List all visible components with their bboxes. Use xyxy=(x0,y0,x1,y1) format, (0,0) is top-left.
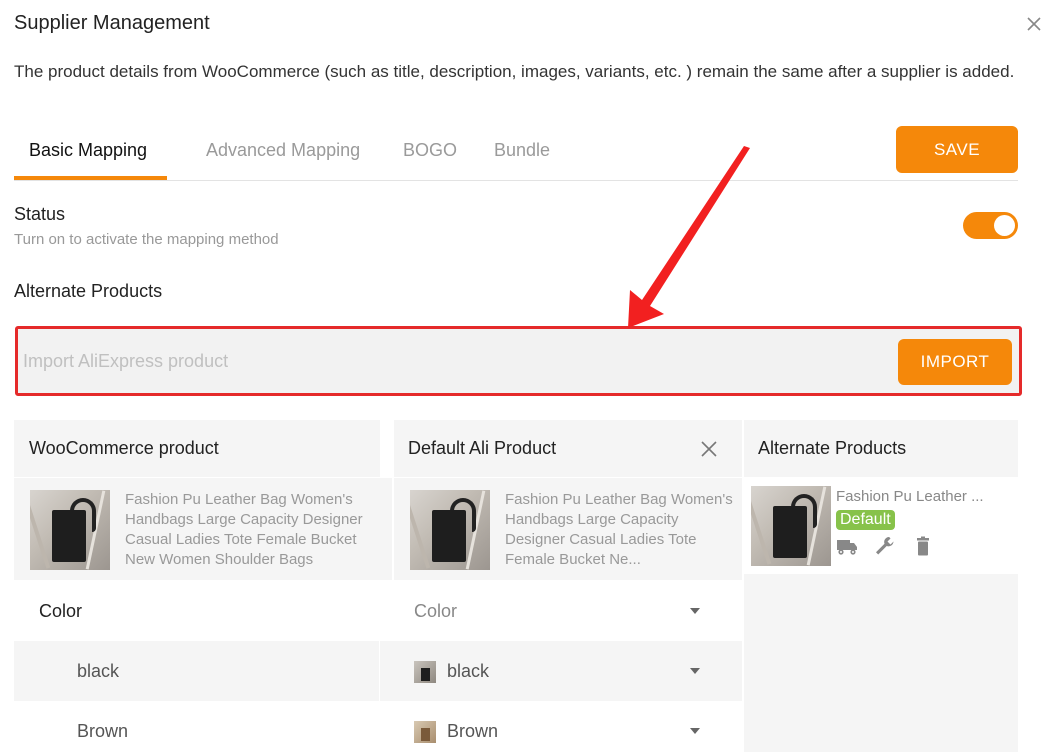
toggle-knob xyxy=(994,215,1015,236)
header-alternate-products: Alternate Products xyxy=(744,420,1018,477)
chevron-down-icon[interactable] xyxy=(690,668,700,674)
header-woo-label: WooCommerce product xyxy=(29,438,219,458)
ali-product-cell: Fashion Pu Leather Bag Women's Handbags … xyxy=(394,478,742,580)
woo-variant-cell: Brown xyxy=(14,701,379,752)
tab-bar: Basic Mapping Advanced Mapping BOGO Bund… xyxy=(14,126,1018,181)
header-alternate-label: Alternate Products xyxy=(758,438,907,458)
alternate-product-card[interactable]: Fashion Pu Leather ... Default xyxy=(744,478,1018,574)
dialog-description: The product details from WooCommerce (su… xyxy=(14,62,1015,81)
tab-bundle[interactable]: Bundle xyxy=(494,140,550,161)
woo-variant-cell: black xyxy=(14,641,379,701)
chevron-down-icon[interactable] xyxy=(690,728,700,734)
ali-product-image xyxy=(410,490,490,570)
import-box: IMPORT xyxy=(15,326,1022,396)
status-title: Status xyxy=(14,204,66,224)
status-subtitle: Turn on to activate the mapping method xyxy=(14,231,279,248)
woo-variant-value: black xyxy=(77,661,120,681)
woo-product-image xyxy=(30,490,110,570)
alternate-products-title: Alternate Products xyxy=(14,281,163,301)
ali-variant-value: Brown xyxy=(447,721,499,741)
variant-swatch-image xyxy=(414,721,436,743)
variant-row: Brown Brown xyxy=(0,701,744,752)
active-tab-indicator xyxy=(14,176,167,180)
attribute-label: Color xyxy=(39,601,83,621)
remove-default-ali-icon[interactable] xyxy=(700,440,718,458)
wrench-icon[interactable] xyxy=(874,536,896,556)
truck-icon[interactable] xyxy=(836,536,858,556)
variant-row: black black xyxy=(0,641,744,701)
woo-attribute-cell: Color xyxy=(14,581,379,641)
default-badge: Default xyxy=(836,510,895,530)
import-button[interactable]: IMPORT xyxy=(898,339,1012,385)
trash-icon[interactable] xyxy=(912,536,934,556)
woo-product-cell: Fashion Pu Leather Bag Women's Handbags … xyxy=(14,478,392,580)
alternate-product-name: Fashion Pu Leather ... xyxy=(836,488,984,505)
import-aliexpress-input[interactable] xyxy=(23,337,893,385)
alternate-product-image xyxy=(751,486,831,566)
tab-advanced-mapping[interactable]: Advanced Mapping xyxy=(206,140,360,161)
header-default-ali-product: Default Ali Product xyxy=(394,420,742,477)
dialog-title: Supplier Management xyxy=(14,12,210,34)
tab-basic-mapping[interactable]: Basic Mapping xyxy=(29,140,147,161)
ali-product-title: Fashion Pu Leather Bag Women's Handbags … xyxy=(505,491,733,568)
chevron-down-icon[interactable] xyxy=(690,608,700,614)
ali-variant-select[interactable]: black xyxy=(380,641,742,701)
woo-variant-value: Brown xyxy=(77,721,129,741)
woo-product-title: Fashion Pu Leather Bag Women's Handbags … xyxy=(125,491,363,568)
attribute-row: Color Color xyxy=(0,581,744,641)
header-ali-label: Default Ali Product xyxy=(408,438,557,458)
ali-attribute-select[interactable]: Color xyxy=(380,581,742,641)
tab-bogo[interactable]: BOGO xyxy=(403,140,457,161)
header-woocommerce-product: WooCommerce product xyxy=(14,420,380,477)
variant-swatch-image xyxy=(414,661,436,683)
status-toggle[interactable] xyxy=(963,212,1018,239)
save-button[interactable]: SAVE xyxy=(896,126,1018,173)
ali-variant-value: black xyxy=(447,661,490,681)
close-icon[interactable] xyxy=(1024,14,1043,34)
attribute-select-value: Color xyxy=(414,601,458,621)
alternate-products-panel: Fashion Pu Leather ... Default xyxy=(744,478,1018,752)
ali-variant-select[interactable]: Brown xyxy=(380,701,742,752)
